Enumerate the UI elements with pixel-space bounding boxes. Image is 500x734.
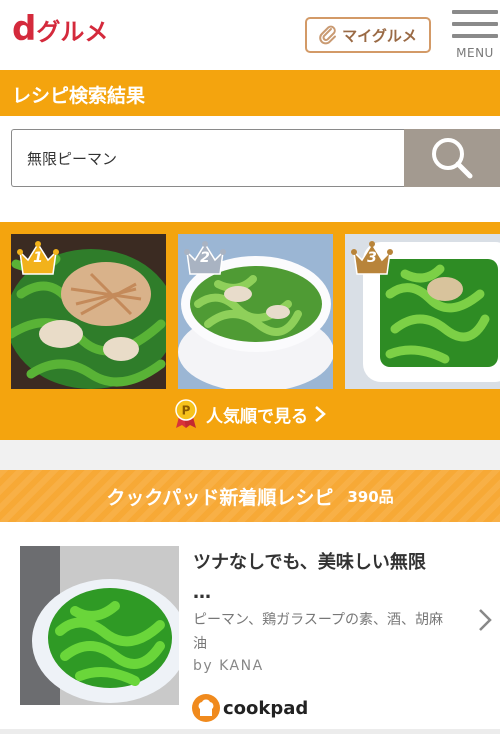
chef-hat-icon: [192, 694, 220, 722]
search-area: 無限ピーマン: [0, 116, 500, 222]
page-title: レシピ検索結果: [12, 85, 146, 107]
recipe-thumbnail: [20, 546, 179, 705]
my-gourmet-label: マイグルメ: [342, 26, 417, 45]
recipe-ingredients: ピーマン、鶏ガラスープの素、酒、胡麻油: [193, 612, 444, 652]
cookpad-logo: cookpad: [192, 694, 308, 722]
rank-number: 3: [367, 250, 377, 266]
paperclip-icon: [319, 25, 337, 45]
recipe-title-line: ツナなしでも、美味しい無限: [193, 552, 426, 573]
my-gourmet-button[interactable]: マイグルメ: [305, 17, 431, 53]
logo-d: d: [12, 9, 36, 49]
recipe-author: by KANA: [193, 658, 264, 674]
search-input-value: 無限ピーマン: [27, 149, 118, 168]
chevron-right-icon[interactable]: [478, 608, 492, 632]
section-divider: [0, 440, 500, 470]
cookpad-section-header: クックパッド新着順レシピ 390品: [0, 470, 500, 522]
recipe-photo: [20, 546, 179, 705]
recipe-count: 390品: [347, 487, 394, 506]
search-input[interactable]: 無限ピーマン: [11, 129, 405, 187]
menu-button[interactable]: MENU: [450, 8, 500, 66]
logo-text: グルメ: [36, 18, 109, 46]
svg-text:P: P: [182, 404, 191, 418]
menu-label: MENU: [456, 46, 494, 60]
recipe-list-item[interactable]: ツナなしでも、美味しい無限 … ピーマン、鶏ガラスープの素、酒、胡麻油 by K…: [0, 522, 500, 734]
ranking-panel: 1 2 3 P 人気順で見る: [0, 222, 500, 440]
ranking-item-3[interactable]: 3: [345, 234, 500, 389]
cookpad-wordmark: cookpad: [223, 697, 309, 719]
dgourmet-logo[interactable]: d グルメ: [12, 12, 108, 47]
header: d グルメ マイグルメ MENU: [0, 0, 500, 70]
recipe-title[interactable]: ツナなしでも、美味しい無限 …: [193, 548, 468, 608]
popular-order-link[interactable]: P 人気順で見る: [0, 394, 500, 434]
page-title-band: レシピ検索結果: [0, 70, 500, 116]
ranking-item-1[interactable]: 1: [11, 234, 166, 389]
search-icon: [432, 138, 473, 179]
cookpad-section-title: クックパッド新着順レシピ: [106, 486, 334, 509]
medal-icon: P: [175, 399, 197, 428]
rank-number: 1: [33, 250, 43, 266]
recipe-title-ellipsis: …: [193, 582, 211, 603]
popular-order-label: 人気順で見る: [206, 406, 308, 427]
bottom-divider: [0, 729, 500, 734]
chevron-right-icon: [315, 406, 326, 422]
search-button[interactable]: [404, 129, 500, 187]
ranking-item-2[interactable]: 2: [178, 234, 333, 389]
rank-number: 2: [200, 250, 210, 266]
